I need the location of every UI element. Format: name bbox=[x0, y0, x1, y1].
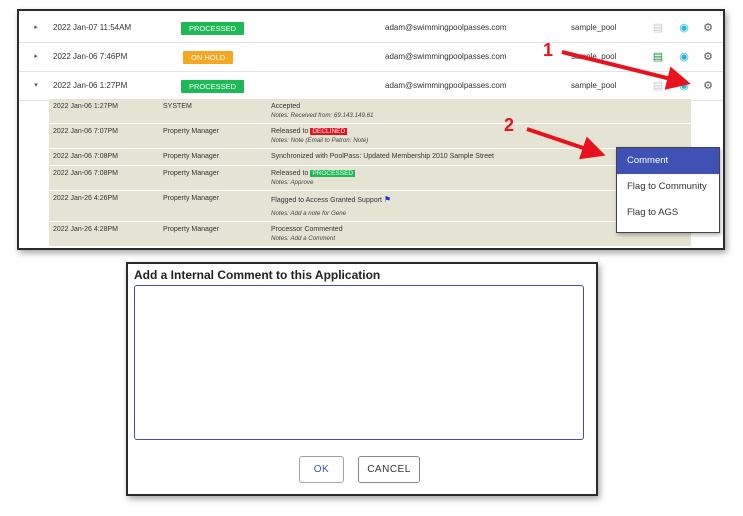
history-notes: Notes: Approve bbox=[271, 179, 314, 186]
menu-item-comment[interactable]: Comment bbox=[617, 148, 719, 174]
application-row[interactable]: ▾ 2022 Jan-06 1:27PM PROCESSED adam@swim… bbox=[19, 72, 723, 101]
applications-panel: ▸ 2022 Jan-07 11:54AM PROCESSED adam@swi… bbox=[17, 9, 725, 250]
history-status-badge: DECLINED bbox=[310, 128, 348, 135]
expand-caret-icon[interactable]: ▸ bbox=[31, 14, 41, 42]
history-row: 2022 Jan-06 7:08PM Property Manager Rele… bbox=[49, 166, 691, 191]
history-user: Property Manager bbox=[163, 195, 220, 202]
history-notes: Notes: Received from: 69.143.149.61 bbox=[271, 112, 374, 119]
gear-icon[interactable]: ⚙ bbox=[701, 14, 715, 42]
menu-item-flag-community[interactable]: Flag to Community bbox=[617, 174, 719, 200]
history-table: 2022 Jan-06 1:27PM SYSTEM Accepted Notes… bbox=[49, 99, 691, 247]
eye-icon[interactable]: ◉ bbox=[677, 43, 691, 71]
actions-menu: Comment Flag to Community Flag to AGS bbox=[616, 147, 720, 233]
history-row: 2022 Jan-06 7:08PM Property Manager Sync… bbox=[49, 149, 691, 166]
history-date: 2022 Jan-06 7:07PM bbox=[53, 128, 118, 135]
status-badge: ON HOLD bbox=[183, 51, 234, 64]
callout-number-two: 2 bbox=[504, 115, 515, 135]
submitted-date: 2022 Jan-07 11:54AM bbox=[53, 23, 132, 32]
history-description: Synchronized with PoolPass: Updated Memb… bbox=[271, 153, 494, 160]
history-date: 2022 Jan-26 4:26PM bbox=[53, 195, 118, 202]
comment-dialog: Add a Internal Comment to this Applicati… bbox=[126, 262, 598, 496]
submitted-date: 2022 Jan-06 1:27PM bbox=[53, 81, 128, 90]
submitted-date: 2022 Jan-06 7:46PM bbox=[53, 52, 128, 61]
applicant-email: adam@swimmingpoolpasses.com bbox=[385, 81, 507, 90]
history-description: Released to bbox=[271, 170, 309, 177]
callout-number-one: 1 bbox=[543, 40, 554, 60]
history-row: 2022 Jan-06 1:27PM SYSTEM Accepted Notes… bbox=[49, 99, 691, 124]
history-date: 2022 Jan-06 7:08PM bbox=[53, 170, 118, 177]
expand-caret-icon[interactable]: ▸ bbox=[31, 43, 41, 71]
clipboard-icon[interactable]: ▤ bbox=[651, 72, 665, 100]
menu-item-flag-ags[interactable]: Flag to AGS bbox=[617, 200, 719, 226]
clipboard-icon[interactable]: ▤ bbox=[651, 14, 665, 42]
status-badge: PROCESSED bbox=[181, 22, 245, 35]
history-user: Property Manager bbox=[163, 170, 220, 177]
history-description: Processor Commented bbox=[271, 226, 343, 233]
history-row: 2022 Jan-06 7:07PM Property Manager Rele… bbox=[49, 124, 691, 149]
dialog-title: Add a Internal Comment to this Applicati… bbox=[134, 268, 381, 282]
history-row: 2022 Jan-26 4:28PM Property Manager Proc… bbox=[49, 222, 691, 247]
history-user: Property Manager bbox=[163, 226, 220, 233]
eye-icon[interactable]: ◉ bbox=[677, 72, 691, 100]
history-description: Released to bbox=[271, 128, 309, 135]
pool-name: sample_pool bbox=[571, 52, 617, 61]
history-notes: Notes: Add a note for Gene bbox=[271, 210, 347, 217]
history-user: Property Manager bbox=[163, 128, 220, 135]
eye-icon[interactable]: ◉ bbox=[677, 14, 691, 42]
history-notes: Notes: Note (Email to Patron: Note) bbox=[271, 137, 369, 144]
comment-textarea[interactable] bbox=[134, 285, 584, 440]
history-status-badge: PROCESSED bbox=[310, 170, 356, 177]
history-date: 2022 Jan-06 1:27PM bbox=[53, 103, 118, 110]
history-date: 2022 Jan-06 7:08PM bbox=[53, 153, 118, 160]
cancel-button[interactable]: CANCEL bbox=[358, 456, 420, 483]
history-description: Flagged to Access Granted Support bbox=[271, 197, 382, 204]
history-user: Property Manager bbox=[163, 153, 220, 160]
history-description: Accepted bbox=[271, 103, 301, 110]
status-badge: PROCESSED bbox=[181, 80, 245, 93]
applicant-email: adam@swimmingpoolpasses.com bbox=[385, 23, 507, 32]
gear-icon[interactable]: ⚙ bbox=[701, 43, 715, 71]
application-row[interactable]: ▸ 2022 Jan-06 7:46PM ON HOLD adam@swimmi… bbox=[19, 43, 723, 72]
ok-button[interactable]: OK bbox=[299, 456, 344, 483]
pool-name: sample_pool bbox=[571, 81, 617, 90]
expand-caret-icon[interactable]: ▾ bbox=[31, 72, 41, 100]
applicant-email: adam@swimmingpoolpasses.com bbox=[385, 52, 507, 61]
history-user: SYSTEM bbox=[163, 103, 192, 110]
clipboard-icon[interactable]: ▤ bbox=[651, 43, 665, 71]
history-notes: Notes: Add a Comment bbox=[271, 235, 336, 242]
application-row[interactable]: ▸ 2022 Jan-07 11:54AM PROCESSED adam@swi… bbox=[19, 14, 723, 43]
pool-name: sample_pool bbox=[571, 23, 617, 32]
history-row: 2022 Jan-26 4:26PM Property Manager Flag… bbox=[49, 191, 691, 222]
gear-icon[interactable]: ⚙ bbox=[701, 72, 715, 100]
flag-icon: ⚑ bbox=[383, 195, 392, 204]
history-date: 2022 Jan-26 4:28PM bbox=[53, 226, 118, 233]
